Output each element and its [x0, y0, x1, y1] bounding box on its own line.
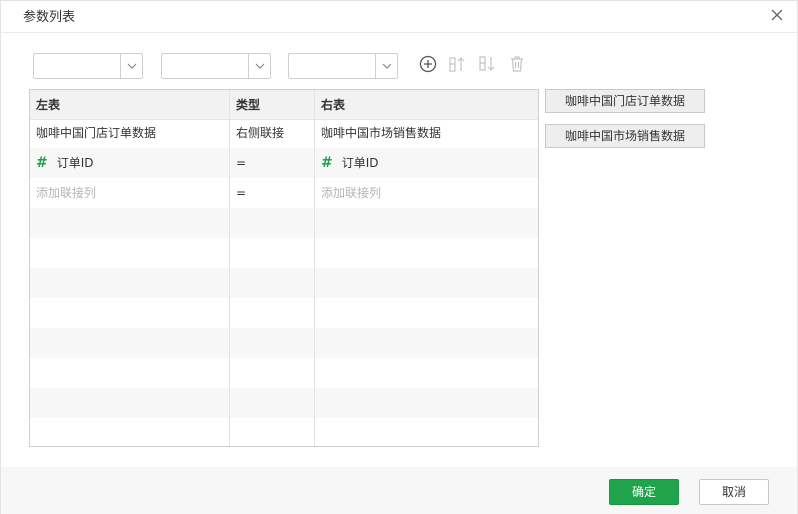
number-field-icon: # [321, 155, 333, 171]
table-chip-market-sales[interactable]: 咖啡中国市场销售数据 [545, 124, 705, 148]
chevron-down-icon[interactable] [248, 54, 270, 78]
confirm-button[interactable]: 确定 [609, 479, 679, 505]
add-circle-icon[interactable] [418, 54, 438, 74]
grid-header-row: 左表 类型 右表 [30, 90, 538, 120]
header-left-table: 左表 [36, 98, 61, 112]
right-join-column[interactable]: 订单ID [342, 156, 379, 170]
left-join-column[interactable]: 订单ID [57, 156, 94, 170]
empty-row [30, 328, 538, 358]
close-icon[interactable] [769, 7, 785, 23]
empty-row [30, 268, 538, 298]
join-type-value[interactable]: 右侧联接 [236, 118, 316, 148]
parameter-list-dialog: 参数列表 左表 类型 右表 咖啡中国门店订单数据 右侧联接 咖啡中国市场销售数据… [0, 0, 798, 514]
cancel-button[interactable]: 取消 [699, 479, 769, 505]
join-operator[interactable]: = [236, 178, 316, 208]
sort-descending-icon[interactable] [477, 54, 497, 74]
join-type-select[interactable] [161, 53, 271, 79]
empty-row [30, 208, 538, 238]
empty-row [30, 298, 538, 328]
header-join-type: 类型 [236, 98, 261, 112]
number-field-icon: # [36, 155, 48, 171]
empty-row [30, 358, 538, 388]
column-divider [229, 90, 230, 446]
left-table-name[interactable]: 咖啡中国门店订单数据 [36, 118, 228, 148]
table-row[interactable]: 添加联接列 = 添加联接列 [30, 178, 538, 208]
dialog-title: 参数列表 [23, 10, 76, 25]
dialog-title-bar: 参数列表 [1, 1, 797, 33]
add-right-join-column[interactable]: 添加联接列 [321, 178, 531, 208]
right-table-name[interactable]: 咖啡中国市场销售数据 [321, 118, 531, 148]
join-operator[interactable]: = [236, 148, 316, 178]
empty-row [30, 418, 538, 446]
right-table-select[interactable] [288, 53, 398, 79]
table-chip-store-orders[interactable]: 咖啡中国门店订单数据 [545, 89, 705, 113]
chevron-down-icon[interactable] [120, 54, 142, 78]
table-row[interactable]: 咖啡中国门店订单数据 右侧联接 咖啡中国市场销售数据 [30, 118, 538, 148]
chevron-down-icon[interactable] [375, 54, 397, 78]
delete-icon[interactable] [507, 54, 527, 74]
column-divider [314, 90, 315, 446]
header-right-table: 右表 [321, 98, 346, 112]
table-row[interactable]: # 订单ID = # 订单ID [30, 148, 538, 178]
left-table-select[interactable] [33, 53, 143, 79]
sort-ascending-icon[interactable] [447, 54, 467, 74]
empty-row [30, 238, 538, 268]
empty-row [30, 388, 538, 418]
join-grid: 左表 类型 右表 咖啡中国门店订单数据 右侧联接 咖啡中国市场销售数据 # 订单I… [29, 89, 539, 447]
add-left-join-column[interactable]: 添加联接列 [36, 178, 228, 208]
